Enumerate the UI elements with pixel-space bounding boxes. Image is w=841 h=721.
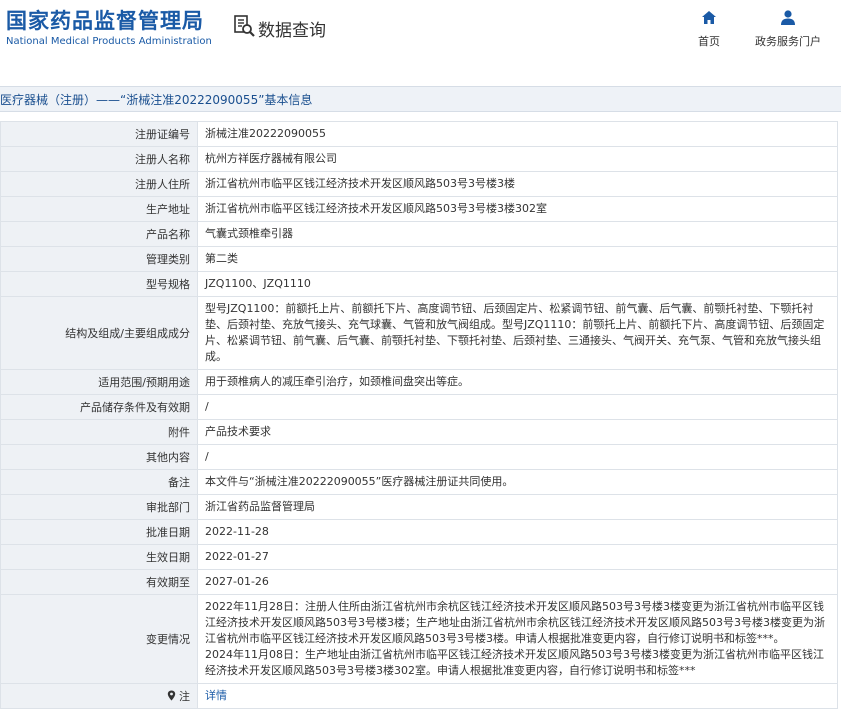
table-row: 注册人住所 浙江省杭州市临平区钱江经济技术开发区顺风路503号3号楼3楼 xyxy=(0,171,838,197)
nav-gov-service-portal[interactable]: 政务服务门户 xyxy=(755,10,821,49)
table-row: 变更情况 2022年11月28日：注册人住所由浙江省杭州市余杭区钱江经济技术开发… xyxy=(0,594,838,684)
table-row: 附件 产品技术要求 xyxy=(0,419,838,445)
row-value: / xyxy=(197,444,838,470)
row-label: 注册人名称 xyxy=(0,146,198,172)
registration-info-table: 注册证编号 浙械注准20222090055 注册人名称 杭州方祥医疗器械有限公司… xyxy=(0,121,838,709)
nav-home-label: 首页 xyxy=(698,35,720,48)
table-row: 审批部门 浙江省药品监督管理局 xyxy=(0,494,838,520)
table-row: 注册人名称 杭州方祥医疗器械有限公司 xyxy=(0,146,838,172)
row-label: 结构及组成/主要组成成分 xyxy=(0,296,198,370)
row-label: 生产地址 xyxy=(0,196,198,222)
table-row: 适用范围/预期用途 用于颈椎病人的减压牵引治疗，如颈椎间盘突出等症。 xyxy=(0,369,838,395)
row-value: / xyxy=(197,394,838,420)
row-label: 注册证编号 xyxy=(0,121,198,147)
row-value: 产品技术要求 xyxy=(197,419,838,445)
table-row: 结构及组成/主要组成成分 型号JZQ1100：前额托上片、前额托下片、高度调节钮… xyxy=(0,296,838,370)
row-label: 变更情况 xyxy=(0,594,198,684)
row-label: 备注 xyxy=(0,469,198,495)
data-query-title: 数据查询 xyxy=(232,14,326,42)
table-row: 产品储存条件及有效期 / xyxy=(0,394,838,420)
table-row: 产品名称 气囊式颈椎牵引器 xyxy=(0,221,838,247)
table-row: 有效期至 2027-01-26 xyxy=(0,569,838,595)
site-logo[interactable]: 国家药品监督管理局 National Medical Products Admi… xyxy=(6,8,212,48)
row-label: 产品储存条件及有效期 xyxy=(0,394,198,420)
change-history: 2022年11月28日：注册人住所由浙江省杭州市余杭区钱江经济技术开发区顺风路5… xyxy=(197,594,838,684)
note-label-cell: 注 xyxy=(0,683,198,709)
user-icon xyxy=(780,10,796,29)
table-row: 注 详情 xyxy=(0,683,838,709)
row-label: 注 xyxy=(179,690,190,703)
row-value: 第二类 xyxy=(197,246,838,272)
row-value: 杭州方祥医疗器械有限公司 xyxy=(197,146,838,172)
change-entry: 2022年11月28日：注册人住所由浙江省杭州市余杭区钱江经济技术开发区顺风路5… xyxy=(205,600,825,645)
home-icon xyxy=(701,10,717,29)
row-label: 适用范围/预期用途 xyxy=(0,369,198,395)
row-value: 浙江省药品监督管理局 xyxy=(197,494,838,520)
table-row: 管理类别 第二类 xyxy=(0,246,838,272)
details-link[interactable]: 详情 xyxy=(197,683,838,709)
table-row: 型号规格 JZQ1100、JZQ1110 xyxy=(0,271,838,297)
row-value: 浙械注准20222090055 xyxy=(197,121,838,147)
nav-gov-label: 政务服务门户 xyxy=(755,35,821,48)
row-label: 生效日期 xyxy=(0,544,198,570)
table-row: 批准日期 2022-11-28 xyxy=(0,519,838,545)
row-label: 其他内容 xyxy=(0,444,198,470)
row-value: 2027-01-26 xyxy=(197,569,838,595)
change-entry: 2024年11月08日：生产地址由浙江省杭州市临平区钱江经济技术开发区顺风路50… xyxy=(205,648,824,677)
data-query-label: 数据查询 xyxy=(258,20,326,41)
document-search-icon xyxy=(232,14,256,42)
logo-title-cn: 国家药品监督管理局 xyxy=(6,9,204,33)
row-label: 审批部门 xyxy=(0,494,198,520)
row-label: 有效期至 xyxy=(0,569,198,595)
row-value: 型号JZQ1100：前额托上片、前额托下片、高度调节钮、后颈固定片、松紧调节钮、… xyxy=(197,296,838,370)
table-row: 备注 本文件与“浙械注准20222090055”医疗器械注册证共同使用。 xyxy=(0,469,838,495)
row-value: 2022-01-27 xyxy=(197,544,838,570)
row-value: 本文件与“浙械注准20222090055”医疗器械注册证共同使用。 xyxy=(197,469,838,495)
row-value: JZQ1100、JZQ1110 xyxy=(197,271,838,297)
site-header: 国家药品监督管理局 National Medical Products Admi… xyxy=(0,0,841,60)
row-label: 型号规格 xyxy=(0,271,198,297)
row-label: 附件 xyxy=(0,419,198,445)
table-row: 其他内容 / xyxy=(0,444,838,470)
pin-icon xyxy=(167,690,176,704)
row-value: 浙江省杭州市临平区钱江经济技术开发区顺风路503号3号楼3楼302室 xyxy=(197,196,838,222)
logo-title-en: National Medical Products Administration xyxy=(6,36,212,47)
table-row: 注册证编号 浙械注准20222090055 xyxy=(0,121,838,147)
row-value: 浙江省杭州市临平区钱江经济技术开发区顺风路503号3号楼3楼 xyxy=(197,171,838,197)
nav-home[interactable]: 首页 xyxy=(698,10,720,49)
row-value: 2022-11-28 xyxy=(197,519,838,545)
row-label: 产品名称 xyxy=(0,221,198,247)
row-label: 管理类别 xyxy=(0,246,198,272)
row-value: 用于颈椎病人的减压牵引治疗，如颈椎间盘突出等症。 xyxy=(197,369,838,395)
table-row: 生产地址 浙江省杭州市临平区钱江经济技术开发区顺风路503号3号楼3楼302室 xyxy=(0,196,838,222)
table-row: 生效日期 2022-01-27 xyxy=(0,544,838,570)
row-value: 气囊式颈椎牵引器 xyxy=(197,221,838,247)
row-label: 注册人住所 xyxy=(0,171,198,197)
breadcrumb: 医疗器械（注册）——“浙械注准20222090055”基本信息 xyxy=(0,86,841,112)
row-label: 批准日期 xyxy=(0,519,198,545)
